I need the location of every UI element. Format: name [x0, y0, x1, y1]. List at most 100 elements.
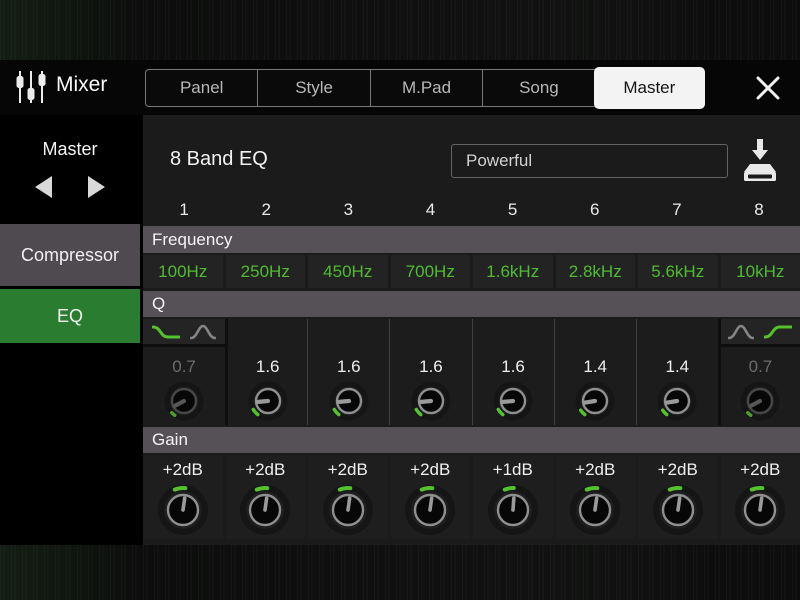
gain-cell-band-8: +2dB: [720, 455, 800, 539]
tab-bar: Panel Style M.Pad Song Master: [145, 67, 706, 109]
q-value-band-3: 1.6: [336, 357, 361, 376]
q-cell-band-4: 1.6: [389, 319, 472, 425]
gain-row: +2dB +2dB +2dB +2dB +1dB +2dB +2dB +2dB: [143, 455, 800, 539]
cabinet-texture-top: [0, 0, 800, 60]
band-number-3: 3: [343, 200, 354, 219]
high-shelf-icon[interactable]: [764, 323, 793, 341]
gain-value-band-3: +2dB: [327, 460, 368, 479]
peak-icon[interactable]: [190, 323, 217, 341]
frequency-value-band-3[interactable]: 450Hz: [308, 255, 388, 288]
q-value-band-7: 1.4: [665, 357, 690, 376]
band-number-1: 1: [179, 200, 189, 219]
gain-cell-band-7: +2dB: [638, 455, 718, 539]
next-page-button[interactable]: [86, 174, 108, 205]
filter-type-selector-band-1: [143, 319, 226, 347]
band-number-8: 8: [754, 200, 764, 219]
q-value-band-8: 0.7: [748, 357, 773, 376]
gain-section-header: Gain: [143, 427, 800, 453]
q-value-band-6: 1.4: [583, 357, 607, 376]
q-section-header: Q: [143, 291, 800, 317]
gain-value-band-5: +1dB: [492, 460, 533, 479]
tab-panel[interactable]: Panel: [146, 70, 257, 106]
preset-selector[interactable]: Powerful: [451, 144, 728, 178]
q-knob-band-8[interactable]: [737, 378, 783, 424]
band-number-5: 5: [507, 200, 518, 219]
sidebar-item-compressor[interactable]: Compressor: [0, 224, 140, 286]
band-number-4: 4: [425, 200, 436, 219]
gain-cell-band-3: +2dB: [308, 455, 388, 539]
gain-value-band-7: +2dB: [657, 460, 698, 479]
gain-cell-band-2: +2dB: [225, 455, 305, 539]
q-value-band-2: 1.6: [255, 357, 280, 376]
q-value-band-1: 0.7: [172, 357, 196, 376]
low-shelf-icon[interactable]: [152, 323, 181, 341]
save-preset-button[interactable]: [739, 135, 781, 185]
q-cell-band-3: 1.6: [307, 319, 390, 425]
q-value-band-5: 1.6: [501, 357, 525, 376]
gain-knob-band-1[interactable]: [154, 481, 212, 539]
band-number-7: 7: [672, 200, 682, 219]
arrow-right-icon: [88, 175, 105, 198]
gain-knob-band-2[interactable]: [236, 481, 294, 539]
q-cell-band-6: 1.4: [553, 319, 636, 425]
frequency-value-band-1[interactable]: 100Hz: [143, 255, 223, 288]
sidebar: Master Compressor EQ: [0, 115, 140, 545]
eq-panel: 8 Band EQ Powerful 1 2 3 4 5 6 7 8 Frequ…: [143, 115, 800, 545]
q-cell-band-8: 0.7: [717, 319, 800, 425]
tab-mpad[interactable]: M.Pad: [369, 70, 482, 106]
mixer-screen: Mixer Panel Style M.Pad Song Master Mast…: [0, 0, 800, 600]
mixer-sliders-icon: [14, 69, 48, 110]
band-number-6: 6: [589, 200, 600, 219]
q-knob-band-7[interactable]: [654, 378, 700, 424]
cabinet-texture-bottom: [0, 545, 800, 600]
q-knob-band-5[interactable]: [490, 378, 536, 424]
gain-knob-band-3[interactable]: [319, 481, 377, 539]
q-knob-band-2[interactable]: [245, 378, 291, 424]
gain-cell-band-5: +1dB: [473, 455, 553, 539]
filter-type-selector-band-8: [720, 319, 800, 347]
app-title: Mixer: [56, 73, 108, 96]
q-knob-band-1[interactable]: [161, 378, 207, 424]
q-cell-band-2: 1.6: [225, 319, 308, 425]
sidebar-pager: [0, 173, 140, 205]
frequency-value-band-8[interactable]: 10kHz: [720, 255, 800, 288]
gain-knob-band-6[interactable]: [566, 481, 624, 539]
q-cell-band-7: 1.4: [635, 319, 718, 425]
gain-value-band-4: +2dB: [410, 460, 451, 479]
frequency-value-band-7[interactable]: 5.6kHz: [638, 255, 718, 288]
tab-master[interactable]: Master: [593, 67, 706, 109]
save-icon: [744, 139, 776, 181]
tab-style[interactable]: Style: [257, 70, 369, 106]
q-knob-band-4[interactable]: [408, 378, 454, 424]
frequency-row: 100Hz 250Hz 450Hz 700Hz 1.6kHz 2.8kHz 5.…: [143, 255, 800, 288]
q-cell-band-1: 0.7: [143, 319, 226, 425]
frequency-value-band-6[interactable]: 2.8kHz: [555, 255, 635, 288]
frequency-value-band-4[interactable]: 700Hz: [390, 255, 470, 288]
gain-knob-band-4[interactable]: [401, 481, 459, 539]
gain-cell-band-6: +2dB: [555, 455, 635, 539]
gain-cell-band-1: +2dB: [143, 455, 223, 539]
close-icon: [756, 76, 780, 100]
tab-song[interactable]: Song: [482, 70, 594, 106]
prev-page-button[interactable]: [32, 174, 54, 205]
header-bar: Mixer Panel Style M.Pad Song Master: [0, 60, 800, 115]
gain-value-band-1: +2dB: [162, 460, 203, 479]
gain-knob-band-8[interactable]: [731, 481, 789, 539]
gain-value-band-2: +2dB: [245, 460, 286, 479]
peak-icon[interactable]: [728, 323, 755, 341]
gain-value-band-6: +2dB: [575, 460, 616, 479]
q-value-band-4: 1.6: [419, 357, 443, 376]
frequency-section-header: Frequency: [143, 226, 800, 253]
gain-value-band-8: +2dB: [740, 460, 781, 479]
gain-knob-band-5[interactable]: [484, 481, 542, 539]
close-button[interactable]: [752, 72, 784, 104]
band-number-row: 1 2 3 4 5 6 7 8: [143, 195, 800, 225]
q-row: 0.7 1.6 1.6 1.6 1.6 1.4 1.4 0.7: [143, 319, 800, 425]
frequency-value-band-2[interactable]: 250Hz: [225, 255, 305, 288]
q-cell-band-5: 1.6: [471, 319, 554, 425]
sidebar-item-eq[interactable]: EQ: [0, 289, 140, 343]
q-knob-band-6[interactable]: [572, 378, 618, 424]
q-knob-band-3[interactable]: [326, 378, 372, 424]
gain-knob-band-7[interactable]: [649, 481, 707, 539]
frequency-value-band-5[interactable]: 1.6kHz: [473, 255, 553, 288]
